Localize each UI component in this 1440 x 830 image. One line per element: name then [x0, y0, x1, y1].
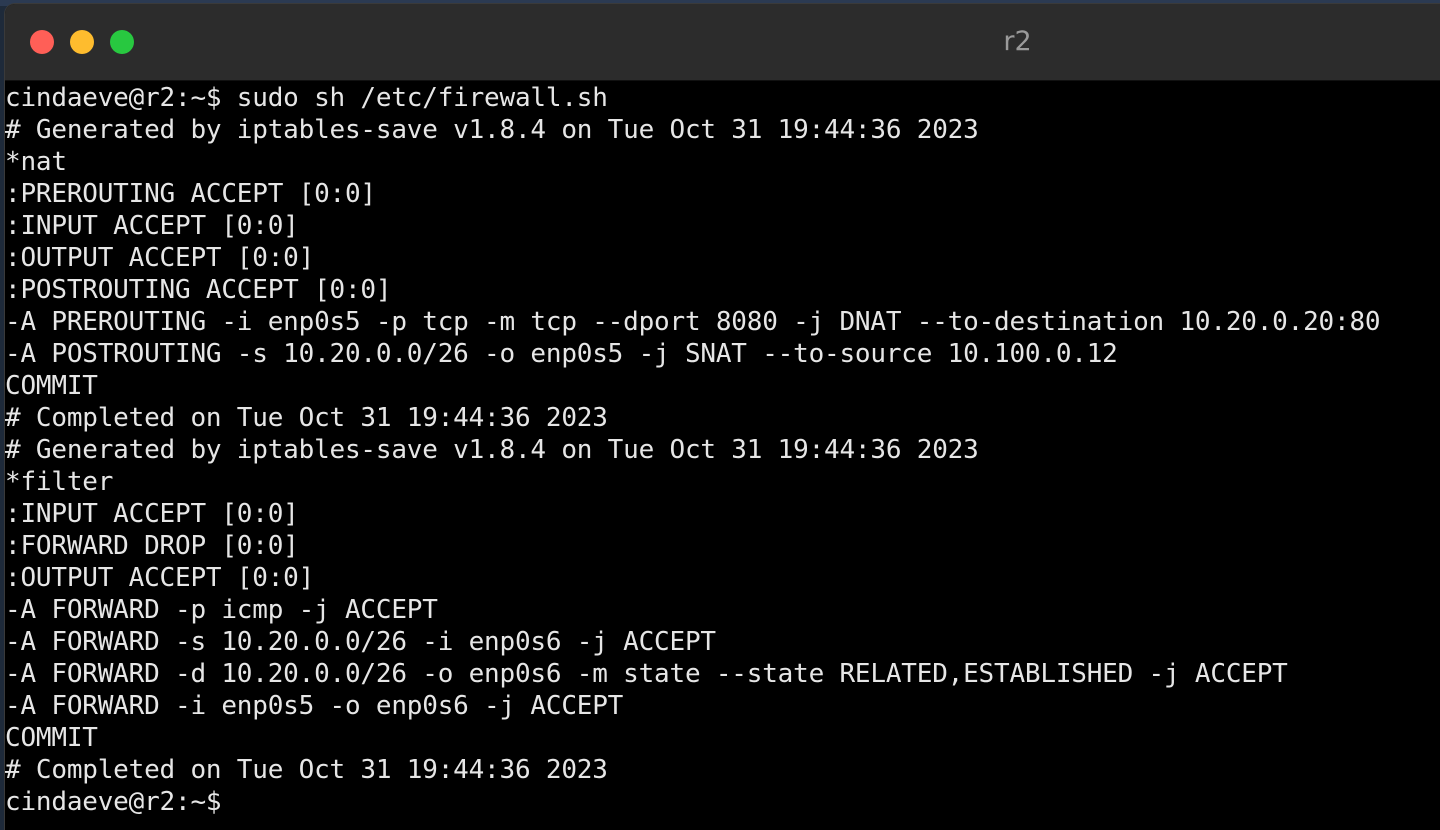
title-bar[interactable]: r2 — [5, 4, 1440, 81]
terminal-line: -A FORWARD -d 10.20.0.0/26 -o enp0s6 -m … — [5, 659, 1288, 689]
terminal-line: *filter — [5, 467, 114, 497]
terminal-line: # Generated by iptables-save v1.8.4 on T… — [5, 115, 979, 145]
terminal-line: *nat — [5, 147, 67, 177]
terminal-line: :FORWARD DROP [0:0] — [5, 531, 299, 561]
terminal-line: -A PREROUTING -i enp0s5 -p tcp -m tcp --… — [5, 307, 1381, 337]
terminal-line: # Generated by iptables-save v1.8.4 on T… — [5, 435, 979, 465]
terminal-line: :OUTPUT ACCEPT [0:0] — [5, 563, 315, 593]
terminal-window[interactable]: r2 cindaeve@r2:~$ sudo sh /etc/firewall.… — [5, 4, 1440, 830]
terminal-line: -A FORWARD -s 10.20.0.0/26 -i enp0s6 -j … — [5, 627, 716, 657]
terminal-line: :POSTROUTING ACCEPT [0:0] — [5, 275, 392, 305]
terminal-prompt-line[interactable]: cindaeve@r2:~$ — [5, 786, 1440, 818]
terminal-line: :INPUT ACCEPT [0:0] — [5, 211, 299, 241]
terminal-line: :PREROUTING ACCEPT [0:0] — [5, 179, 376, 209]
terminal-line: cindaeve@r2:~$ sudo sh /etc/firewall.sh — [5, 83, 608, 113]
terminal-cursor — [221, 788, 235, 814]
terminal-output[interactable]: cindaeve@r2:~$ sudo sh /etc/firewall.sh … — [5, 82, 1440, 830]
terminal-line: COMMIT — [5, 371, 98, 401]
shell-prompt: cindaeve@r2:~$ — [5, 787, 222, 817]
terminal-line: COMMIT — [5, 723, 98, 753]
terminal-line: # Completed on Tue Oct 31 19:44:36 2023 — [5, 755, 608, 785]
terminal-line: -A POSTROUTING -s 10.20.0.0/26 -o enp0s5… — [5, 339, 1118, 369]
window-title: r2 — [1003, 26, 1032, 57]
terminal-line: -A FORWARD -p icmp -j ACCEPT — [5, 595, 438, 625]
terminal-line: # Completed on Tue Oct 31 19:44:36 2023 — [5, 403, 608, 433]
terminal-line: :INPUT ACCEPT [0:0] — [5, 499, 299, 529]
terminal-line: -A FORWARD -i enp0s5 -o enp0s6 -j ACCEPT — [5, 691, 624, 721]
terminal-line: :OUTPUT ACCEPT [0:0] — [5, 243, 315, 273]
